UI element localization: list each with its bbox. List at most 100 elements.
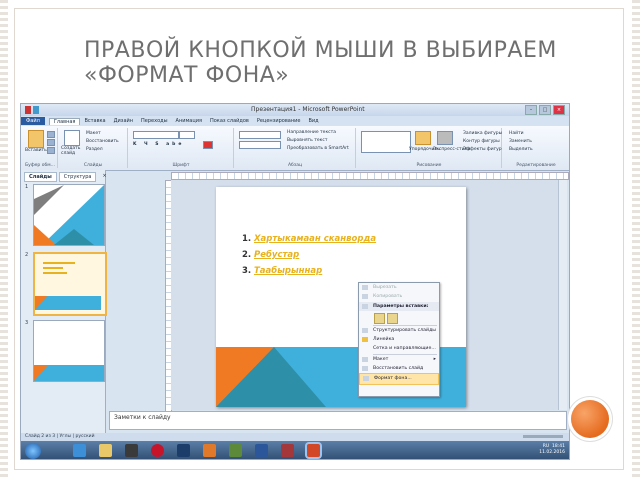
paste-option-icon[interactable] — [387, 312, 398, 324]
tab-review[interactable]: Рецензирование — [253, 118, 305, 124]
shape-fill-button[interactable]: Заливка фигуры — [463, 131, 502, 136]
ie-icon[interactable] — [73, 444, 86, 457]
list-item: 2. Ребустар — [242, 247, 376, 263]
explorer-icon[interactable] — [99, 444, 112, 457]
format-painter-icon[interactable] — [47, 147, 55, 154]
menu-item-grid-guides[interactable]: Сетка и направляющие... — [359, 344, 439, 353]
replace-button[interactable]: Заменить — [509, 139, 532, 144]
powerpoint-icon[interactable] — [307, 444, 320, 457]
list-link[interactable]: Ребустар — [254, 250, 299, 260]
tray-date: 11.02.2016 — [539, 450, 565, 455]
close-button[interactable]: × — [553, 105, 565, 115]
word-icon[interactable] — [255, 444, 268, 457]
list-number: 1. — [242, 234, 252, 244]
window-title: Презентация1 - Microsoft PowerPoint — [251, 106, 365, 113]
shape-outline-button[interactable]: Контур фигуры — [463, 139, 500, 144]
tab-home[interactable]: Главная — [48, 117, 81, 125]
paste-icon[interactable] — [28, 130, 44, 148]
align-buttons[interactable] — [239, 141, 281, 149]
firefox-icon[interactable] — [203, 444, 216, 457]
reset-button[interactable]: Восстановить — [86, 139, 119, 144]
check-icon — [362, 337, 368, 343]
new-slide-label: Создать слайд — [61, 146, 81, 156]
menu-item-format-background[interactable]: Формат фона... — [359, 373, 439, 385]
section-button[interactable]: Раздел — [86, 147, 103, 152]
find-button[interactable]: Найти — [509, 131, 524, 136]
close-pane-icon[interactable]: × — [98, 172, 110, 182]
shapes-gallery[interactable] — [361, 131, 411, 153]
quick-styles-icon[interactable] — [437, 131, 453, 145]
photoshop-icon[interactable] — [177, 444, 190, 457]
horizontal-ruler[interactable] — [171, 172, 569, 180]
vertical-scrollbar[interactable] — [558, 180, 567, 410]
slide-thumbnail-3[interactable]: 3 — [25, 320, 105, 382]
maximize-button[interactable]: □ — [539, 105, 551, 115]
slide-thumbnail-1[interactable]: 1 — [25, 184, 105, 246]
text-direction-button[interactable]: Направление текста — [287, 130, 336, 135]
tab-view[interactable]: Вид — [304, 118, 322, 124]
status-slide-info: Слайд 2 из 3 | Углы | русский — [25, 434, 95, 439]
thumbnail-art-1 — [34, 185, 104, 245]
thumbnail-canvas — [33, 320, 105, 382]
slide-thumbnail-2[interactable]: 2 — [25, 252, 107, 316]
tab-animations[interactable]: Анимация — [172, 118, 206, 124]
tab-slideshow[interactable]: Показ слайдов — [206, 118, 253, 124]
new-slide-icon[interactable] — [64, 130, 80, 146]
list-link[interactable]: Таабырыннар — [254, 266, 322, 276]
powerpoint-screenshot: Презентация1 - Microsoft PowerPoint – □ … — [20, 103, 570, 460]
thumbnail-art-3 — [34, 365, 104, 381]
list-link[interactable]: Хартыкамаан сканворда — [254, 234, 376, 244]
font-style-buttons[interactable]: K Ч S abe — [133, 142, 184, 147]
tab-design[interactable]: Дизайн — [110, 118, 137, 124]
tab-slides[interactable]: Слайды — [24, 172, 57, 182]
left-edge-decoration — [0, 0, 8, 480]
menu-item-cut[interactable]: Вырезать — [359, 283, 439, 292]
select-button[interactable]: Выделить — [509, 147, 533, 152]
opera-icon[interactable] — [151, 444, 164, 457]
start-button[interactable] — [25, 443, 41, 459]
paste-label: Вставить — [25, 148, 47, 153]
ribbon: Вставить Буфер обм... Создать слайд Маке… — [21, 126, 569, 171]
minimize-button[interactable]: – — [525, 105, 537, 115]
tray-language[interactable]: RU — [543, 444, 549, 449]
ribbon-tabs: Файл Главная Вставка Дизайн Переходы Ани… — [21, 116, 569, 126]
paste-option-icon[interactable] — [374, 312, 385, 324]
shape-effects-button[interactable]: Эффекты фигур — [463, 147, 502, 152]
align-text-button[interactable]: Выровнять текст — [287, 138, 327, 143]
group-label-drawing: Рисование — [416, 163, 442, 168]
windows-taskbar: RU 18:41 11.02.2016 — [21, 441, 569, 459]
arrange-icon[interactable] — [415, 131, 431, 145]
list-buttons[interactable] — [239, 131, 281, 139]
cut-icon[interactable] — [47, 131, 55, 138]
app-icon[interactable] — [229, 444, 242, 457]
slide-list: 1. Хартыкамаан сканворда 2. Ребустар 3. … — [242, 231, 376, 279]
tab-insert[interactable]: Вставка — [80, 118, 109, 124]
clipboard-icon — [362, 303, 368, 309]
smartart-button[interactable]: Преобразовать в SmartArt — [287, 146, 349, 151]
reset-icon — [362, 366, 368, 372]
paint-bucket-icon — [363, 376, 369, 382]
menu-item-paste-options: Параметры вставки: — [359, 301, 439, 311]
thumbnail-art-2 — [35, 262, 101, 310]
menu-item-layout[interactable]: Макет ▸ — [359, 355, 439, 364]
tab-transitions[interactable]: Переходы — [137, 118, 172, 124]
tab-outline[interactable]: Структура — [58, 172, 97, 182]
font-size-select[interactable] — [179, 131, 195, 139]
quick-access-toolbar[interactable] — [25, 106, 55, 114]
access-icon[interactable] — [281, 444, 294, 457]
menu-item-arrange-slides[interactable]: Структурировать слайды — [359, 326, 439, 335]
menu-item-reset-slide[interactable]: Восстановить слайд — [359, 364, 439, 373]
layout-button[interactable]: Макет — [86, 131, 101, 136]
menu-item-ruler[interactable]: Линейка — [359, 335, 439, 344]
group-label-clipboard: Буфер обм... — [25, 163, 55, 168]
grid-icon — [362, 327, 368, 333]
notes-field[interactable]: Заметки к слайду — [109, 411, 567, 430]
zoom-slider[interactable] — [523, 435, 563, 438]
thumbnail-canvas — [33, 184, 105, 246]
media-icon[interactable] — [125, 444, 138, 457]
menu-item-copy[interactable]: Копировать — [359, 292, 439, 301]
copy-icon[interactable] — [47, 139, 55, 146]
tab-file[interactable]: Файл — [21, 117, 45, 125]
font-color-icon[interactable] — [203, 141, 213, 149]
font-name-select[interactable] — [133, 131, 179, 139]
